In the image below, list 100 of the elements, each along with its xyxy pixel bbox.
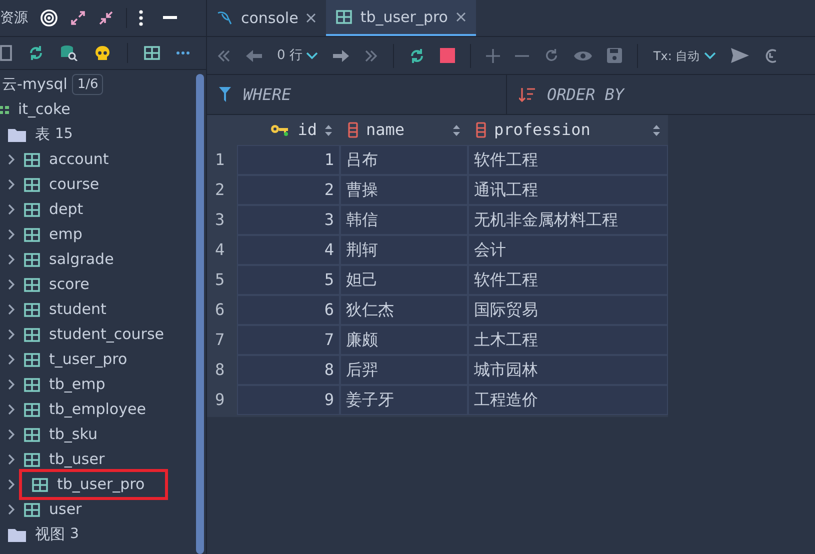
first-page-icon[interactable] <box>217 50 231 62</box>
table-cell: 7 <box>237 325 340 355</box>
scrollbar[interactable] <box>196 74 204 554</box>
tree-item[interactable]: account <box>49 148 109 171</box>
table-cell: 8 <box>237 355 340 385</box>
collapse-icon[interactable] <box>98 10 114 26</box>
folder-icon <box>8 128 26 142</box>
sort-arrows-icon[interactable] <box>653 124 660 136</box>
table-icon <box>24 452 40 466</box>
refresh-icon[interactable] <box>409 48 426 64</box>
history-icon[interactable] <box>764 48 776 64</box>
tree-item[interactable]: tb_user <box>49 448 105 471</box>
table-cell: 妲己 <box>340 265 468 295</box>
tree-item[interactable]: 视图 <box>35 523 65 546</box>
tree-item[interactable]: score <box>49 273 90 296</box>
table-icon <box>24 152 40 166</box>
previous-icon[interactable] <box>246 50 262 62</box>
refresh-icon[interactable] <box>28 45 44 61</box>
column-header[interactable]: profession <box>468 115 668 145</box>
chevron-right-icon[interactable] <box>8 429 15 440</box>
tree-item[interactable]: it_coke <box>18 98 70 121</box>
column-header[interactable]: id <box>237 115 340 145</box>
table-icon <box>24 502 40 516</box>
tab[interactable]: console <box>207 0 326 36</box>
tree-item[interactable]: tb_employee <box>49 398 146 421</box>
chevron-right-icon[interactable] <box>8 279 15 290</box>
tree-item[interactable]: course <box>49 173 100 196</box>
column-header[interactable]: name <box>340 115 468 145</box>
save-icon[interactable] <box>607 48 622 63</box>
tree-item[interactable]: tb_sku <box>49 423 98 446</box>
tree-item[interactable]: t_user_pro <box>49 348 128 371</box>
stop-icon[interactable] <box>440 48 456 63</box>
row-number: 5 <box>214 269 226 291</box>
close-icon[interactable] <box>306 13 316 23</box>
chevron-right-icon[interactable] <box>8 229 15 240</box>
chevron-down-icon[interactable] <box>306 52 318 60</box>
table-icon <box>24 328 40 342</box>
minimize-icon[interactable] <box>163 16 177 20</box>
expand-icon[interactable] <box>70 10 86 26</box>
send-icon[interactable] <box>730 48 749 63</box>
revert-icon[interactable] <box>544 48 560 63</box>
sort-arrows-icon[interactable] <box>325 124 332 136</box>
more-icon[interactable] <box>139 10 143 26</box>
skull-icon[interactable] <box>94 44 111 62</box>
chevron-right-icon[interactable] <box>8 379 15 390</box>
item-count: 3 <box>70 525 79 544</box>
table-icon <box>24 228 40 242</box>
table-cell: 后羿 <box>340 355 468 385</box>
next-icon[interactable] <box>333 50 350 62</box>
where-filter[interactable]: WHERE <box>243 82 292 106</box>
tree-item[interactable]: student <box>49 298 106 321</box>
tree-item[interactable]: tb_emp <box>49 373 106 396</box>
target-icon[interactable] <box>40 9 58 27</box>
tree-item[interactable]: 表 <box>35 123 50 146</box>
close-icon[interactable] <box>456 12 466 22</box>
table-cell: 软件工程 <box>468 265 668 295</box>
table-cell: 通讯工程 <box>468 175 668 205</box>
item-count: 15 <box>55 125 73 144</box>
chevron-right-icon[interactable] <box>8 479 15 490</box>
chevron-right-icon[interactable] <box>8 354 15 365</box>
chevron-right-icon[interactable] <box>8 454 15 465</box>
sort-arrows-icon[interactable] <box>453 124 460 136</box>
add-icon[interactable] <box>486 48 500 62</box>
column-icon <box>476 122 486 138</box>
row-count[interactable]: 0 行 <box>277 46 302 66</box>
tree-item[interactable]: user <box>49 498 82 521</box>
table-icon[interactable] <box>144 46 160 60</box>
table-cell: 狄仁杰 <box>340 295 468 325</box>
eye-icon[interactable] <box>574 50 592 62</box>
table-icon <box>24 252 40 266</box>
chevron-right-icon[interactable] <box>8 254 15 265</box>
tree-item[interactable]: emp <box>49 223 82 246</box>
tab[interactable]: tb_user_pro <box>326 0 476 36</box>
transaction-mode[interactable]: Tx: 自动 <box>653 46 700 64</box>
row-number: 8 <box>214 359 226 381</box>
row-number: 9 <box>214 389 226 411</box>
table-icon <box>24 352 40 366</box>
table-icon <box>24 378 40 392</box>
table-icon <box>24 302 40 316</box>
chevron-right-icon[interactable] <box>8 304 15 315</box>
chevron-right-icon[interactable] <box>8 404 15 415</box>
chevron-right-icon[interactable] <box>8 179 15 190</box>
table-cell: 城市园林 <box>468 355 668 385</box>
row-number: 1 <box>214 149 226 171</box>
chevron-down-icon[interactable] <box>704 52 716 60</box>
tree-item[interactable]: student_course <box>49 323 164 346</box>
tree-item[interactable]: 云-mysql <box>2 73 68 96</box>
chevron-right-icon[interactable] <box>8 504 15 515</box>
chevron-right-icon[interactable] <box>8 154 15 165</box>
tree-item[interactable]: salgrade <box>49 248 114 271</box>
tree-item[interactable]: tb_user_pro <box>57 473 145 496</box>
table-cell: 2 <box>237 175 340 205</box>
order-by-filter[interactable]: ORDER BY <box>547 82 624 106</box>
chevron-right-icon[interactable] <box>8 204 15 215</box>
tree-item[interactable]: dept <box>49 198 84 221</box>
chevron-right-icon[interactable] <box>8 329 15 340</box>
table-cell: 软件工程 <box>468 145 668 175</box>
database-search-icon[interactable] <box>60 45 78 61</box>
copy-icon[interactable] <box>0 45 12 61</box>
last-page-icon[interactable] <box>364 50 378 62</box>
